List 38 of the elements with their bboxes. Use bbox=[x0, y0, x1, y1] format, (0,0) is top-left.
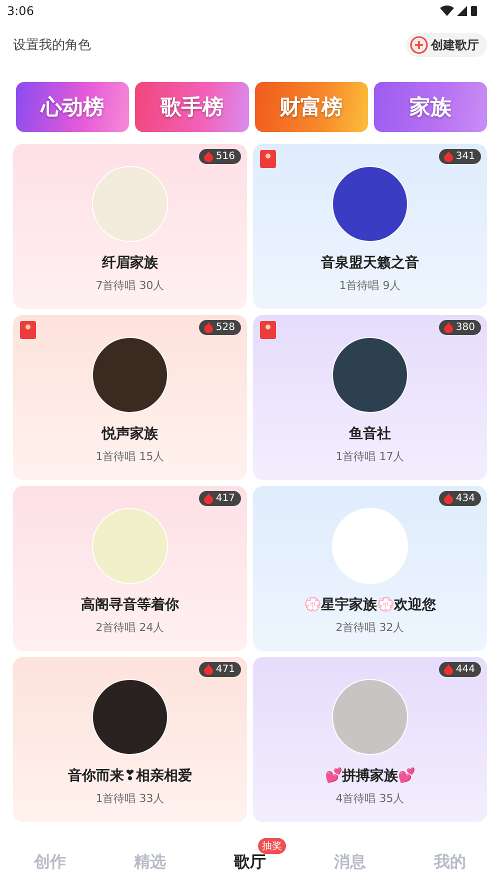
heat-badge: 471 bbox=[198, 662, 241, 677]
room-stats: 2首待唱 24人 bbox=[96, 620, 164, 635]
room-card[interactable]: 444 💕拼搏家族💕 4首待唱 35人 bbox=[253, 657, 487, 822]
room-name: 💮星宇家族💮欢迎您 bbox=[304, 596, 436, 614]
status-time: 3:06 bbox=[7, 4, 34, 18]
heat-badge: 528 bbox=[198, 320, 241, 335]
room-card[interactable]: 417 高阁寻音等着你 2首待唱 24人 bbox=[13, 486, 247, 651]
room-name: 纤眉家族 bbox=[102, 254, 158, 272]
room-card[interactable]: 516 纤眉家族 7首待唱 30人 bbox=[13, 144, 247, 309]
tab-badge: 抽奖 bbox=[258, 838, 286, 854]
room-card[interactable]: 528 悦声家族 1首待唱 15人 bbox=[13, 315, 247, 480]
room-card[interactable]: 471 音你而来❣相亲相爱 1首待唱 33人 bbox=[13, 657, 247, 822]
room-card[interactable]: 380 鱼音社 1首待唱 17人 bbox=[253, 315, 487, 480]
room-stats: 7首待唱 30人 bbox=[96, 278, 164, 293]
heat-badge: 380 bbox=[438, 320, 481, 335]
heat-badge: 444 bbox=[438, 662, 481, 677]
heat-badge: 341 bbox=[438, 149, 481, 164]
plus-circle-icon bbox=[410, 36, 428, 54]
room-stats: 4首待唱 35人 bbox=[336, 791, 404, 806]
room-name: 💕拼搏家族💕 bbox=[325, 767, 415, 785]
room-stats: 2首待唱 32人 bbox=[336, 620, 404, 635]
room-name: 音泉盟天籁之音 bbox=[321, 254, 419, 272]
room-stats: 1首待唱 17人 bbox=[336, 449, 404, 464]
create-room-button[interactable]: 创建歌厅 bbox=[406, 33, 487, 57]
set-role-link[interactable]: 设置我的角色 bbox=[13, 36, 91, 54]
room-name: 鱼音社 bbox=[349, 425, 391, 443]
room-card[interactable]: 341 音泉盟天籁之音 1首待唱 9人 bbox=[253, 144, 487, 309]
room-name: 音你而来❣相亲相爱 bbox=[68, 767, 192, 785]
room-stats: 1首待唱 33人 bbox=[96, 791, 164, 806]
room-card[interactable]: 434 💮星宇家族💮欢迎您 2首待唱 32人 bbox=[253, 486, 487, 651]
room-stats: 1首待唱 15人 bbox=[96, 449, 164, 464]
room-name: 高阁寻音等着你 bbox=[81, 596, 179, 614]
heat-badge: 417 bbox=[198, 491, 241, 506]
room-name: 悦声家族 bbox=[102, 425, 158, 443]
status-icons bbox=[440, 5, 480, 17]
room-stats: 1首待唱 9人 bbox=[339, 278, 401, 293]
heat-badge: 434 bbox=[438, 491, 481, 506]
heat-badge: 516 bbox=[198, 149, 241, 164]
